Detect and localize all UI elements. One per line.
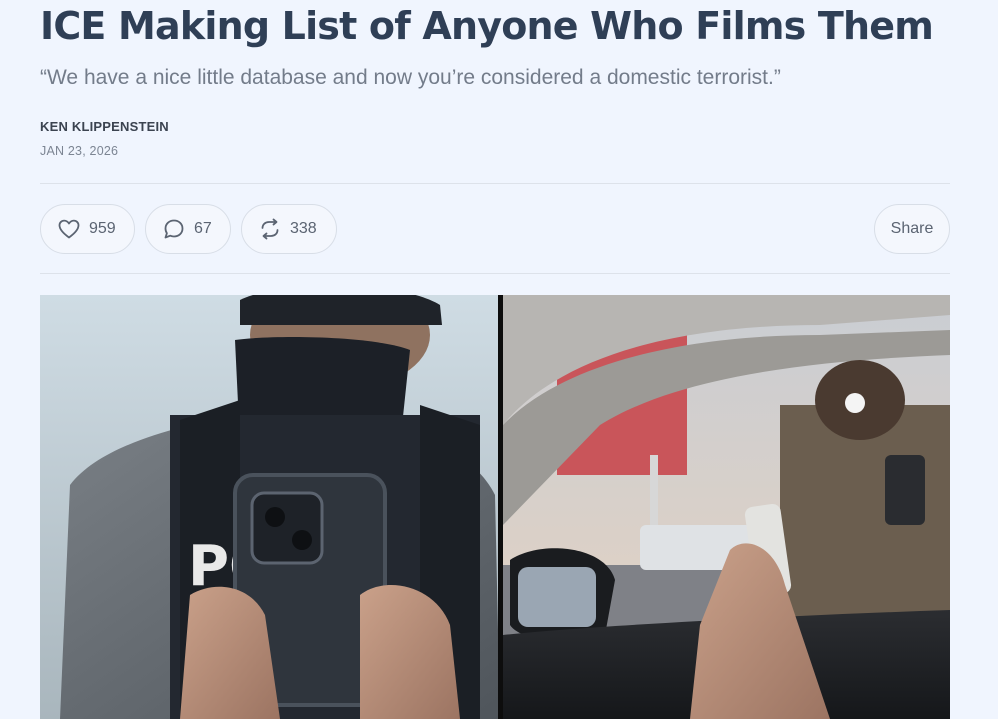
share-button[interactable]: Share	[874, 204, 950, 254]
restack-count: 338	[290, 220, 317, 237]
divider-top	[40, 183, 950, 184]
publish-date: JAN 23, 2026	[40, 144, 119, 158]
share-label: Share	[890, 220, 934, 237]
speech-bubble-icon	[162, 217, 186, 241]
comment-count: 67	[194, 220, 212, 237]
article-hero-image[interactable]: PO	[40, 295, 950, 719]
heart-icon	[57, 217, 81, 241]
like-button[interactable]: 959	[40, 204, 135, 254]
right-panel-car-view	[503, 295, 950, 719]
comment-button[interactable]: 67	[145, 204, 231, 254]
article-subtitle: “We have a nice little database and now …	[40, 66, 781, 89]
divider-bottom	[40, 273, 950, 274]
like-count: 959	[89, 220, 116, 237]
author-name[interactable]: KEN KLIPPENSTEIN	[40, 119, 169, 134]
left-panel-officer: PO	[40, 295, 500, 719]
article-title: ICE Making List of Anyone Who Films Them	[40, 4, 934, 48]
article-page: ICE Making List of Anyone Who Films Them…	[0, 0, 998, 719]
restack-arrows-icon	[258, 217, 282, 241]
restack-button[interactable]: 338	[241, 204, 337, 254]
